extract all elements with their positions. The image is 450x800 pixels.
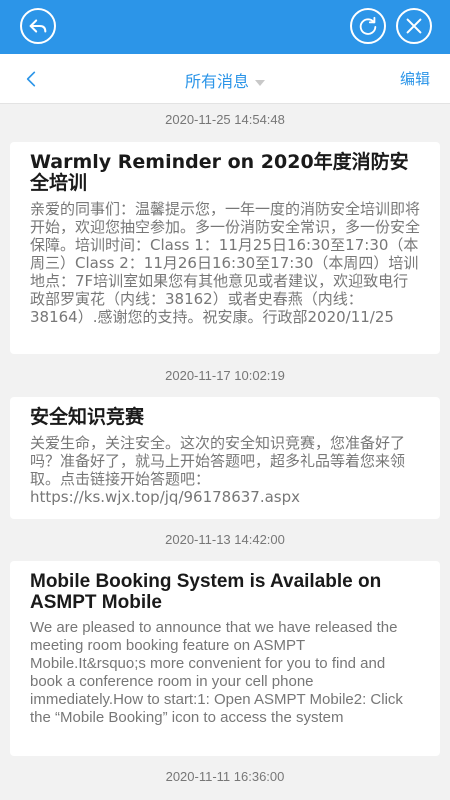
message-title: 安全知识竞赛 (30, 406, 145, 428)
refresh-icon-glyph (359, 16, 377, 35)
message-timestamp: 2020-11-11 16:36:00 (165, 769, 285, 784)
nav-title-label: 所有消息 (184, 72, 249, 91)
back-arrow-icon-glyph (29, 19, 47, 33)
refresh-icon[interactable] (350, 8, 386, 44)
message-body: 关爱生命，关注安全。这次的安全知识竞赛，您准备好了吗？准备好了，就马上开始答题吧… (30, 434, 406, 506)
close-icon-glyph (406, 18, 422, 34)
message-filter-dropdown[interactable]: 所有消息 (0, 68, 450, 92)
message-title: Warmly Reminder on 2020年度消防安全培训 (30, 151, 409, 194)
message-card[interactable]: Warmly Reminder on 2020年度消防安全培训 亲爱的同事们：温… (10, 142, 440, 354)
message-timestamp: 2020-11-17 10:02:19 (165, 368, 285, 383)
message-card[interactable]: 安全知识竞赛 关爱生命，关注安全。这次的安全知识竞赛，您准备好了吗？准备好了，就… (10, 397, 440, 519)
message-card[interactable]: Mobile Booking System is Available on AS… (10, 561, 440, 756)
edit-button[interactable]: 编辑 (400, 68, 430, 89)
message-title: Mobile Booking System is Available on AS… (30, 571, 382, 613)
nav-bar: 所有消息 编辑 (0, 54, 450, 104)
message-body: We are pleased to announce that we have … (30, 619, 403, 726)
message-timestamp: 2020-11-25 14:54:48 (165, 112, 285, 127)
close-icon[interactable] (396, 8, 432, 44)
top-bar (0, 0, 450, 54)
back-arrow-icon[interactable] (20, 8, 56, 44)
message-body: 亲爱的同事们：温馨提示您，一年一度的消防安全培训即将开始，欢迎您抽空参加。多一份… (30, 200, 421, 326)
message-timestamp: 2020-11-13 14:42:00 (165, 532, 285, 547)
chevron-down-icon (255, 79, 265, 86)
